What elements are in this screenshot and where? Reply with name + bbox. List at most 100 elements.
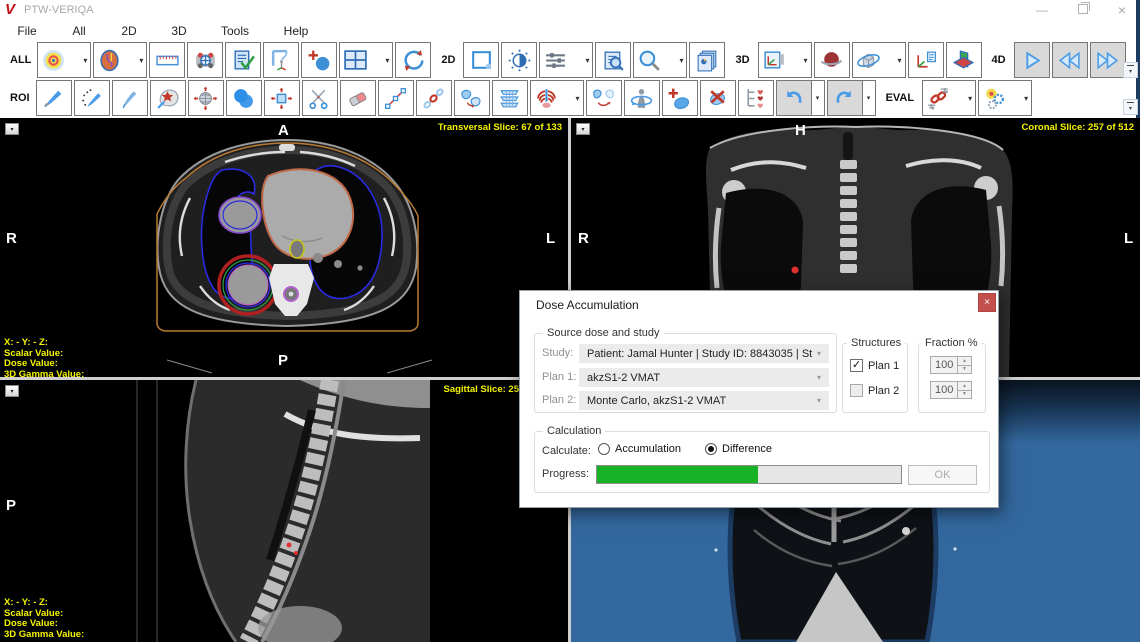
plan2-select[interactable]: Monte Carlo, akzS1-2 VMAT ▾ <box>579 391 829 410</box>
viewport-menu-button[interactable]: ▾ <box>5 385 19 397</box>
viewport-sagittal[interactable]: ▾ Sagittal Slice: 25 P X: - Y: - Z: Scal… <box>0 380 568 642</box>
zoom-button[interactable]: ▾ <box>633 42 687 78</box>
undo-dropdown-button[interactable]: ▾ <box>812 80 825 116</box>
toolbar-overflow-button-2[interactable]: ▾ <box>1123 99 1138 115</box>
chain-button[interactable] <box>416 80 452 116</box>
menu-tools[interactable]: Tools <box>204 24 266 38</box>
menu-help[interactable]: Help <box>266 24 326 38</box>
add-poi-button[interactable] <box>301 42 337 78</box>
add-contour-button[interactable] <box>662 80 698 116</box>
mirror-contour-button[interactable] <box>586 80 622 116</box>
pose-3d-button[interactable] <box>908 42 944 78</box>
reset-view-button[interactable] <box>395 42 431 78</box>
plan2-checkbox[interactable] <box>850 384 863 397</box>
app-title: PTW-VERIQA <box>24 4 93 16</box>
toolbar-overflow-button-1[interactable]: ▾ <box>1123 62 1138 78</box>
accumulation-radio[interactable] <box>598 443 610 455</box>
auto-segment-icon <box>534 86 559 111</box>
crop-button[interactable] <box>463 42 499 78</box>
structure-list-button[interactable] <box>738 80 774 116</box>
interpolate-slices-button[interactable] <box>492 80 528 116</box>
prev-phase-button[interactable] <box>1052 42 1088 78</box>
brush-button[interactable] <box>36 80 72 116</box>
report-button[interactable] <box>689 42 725 78</box>
eval-settings-button[interactable]: ▾ <box>978 80 1032 116</box>
surface-3d-button[interactable] <box>814 42 850 78</box>
window-level-button[interactable] <box>501 42 537 78</box>
ok-button[interactable]: OK <box>908 465 977 485</box>
gantry-setup-button[interactable] <box>263 42 299 78</box>
fraction2-spinner[interactable]: 100 ▲▼ <box>930 381 972 399</box>
ruler-button[interactable] <box>149 42 185 78</box>
study-select[interactable]: Patient: Jamal Hunter | Study ID: 884303… <box>579 344 829 363</box>
search-study-button[interactable] <box>595 42 631 78</box>
propagate-patient-button[interactable] <box>624 80 660 116</box>
delete-contour-button[interactable] <box>700 80 736 116</box>
spinner-arrows[interactable]: ▲▼ <box>957 382 971 398</box>
structures-group: Structures <box>842 343 908 413</box>
smart-brush-button[interactable] <box>74 80 110 116</box>
scissors-button[interactable] <box>302 80 338 116</box>
play-button[interactable] <box>1014 42 1050 78</box>
rotate-3d-button[interactable]: ▾ <box>852 42 906 78</box>
next-phase-icon <box>1095 48 1120 73</box>
toolbar-group-2d-label: 2D <box>441 54 455 66</box>
viewport-menu-button[interactable]: ▾ <box>5 123 19 135</box>
pen-button[interactable] <box>112 80 148 116</box>
machine-qa-button[interactable] <box>187 42 223 78</box>
dose-link-button[interactable]: ▾ <box>922 80 976 116</box>
fraction1-spinner[interactable]: 100 ▲▼ <box>930 356 972 374</box>
menu-2d[interactable]: 2D <box>104 24 154 38</box>
plan1-select[interactable]: akzS1-2 VMAT ▾ <box>579 368 829 387</box>
margin-2d-button[interactable] <box>264 80 300 116</box>
dropdown-arrow-icon: ▾ <box>385 56 389 65</box>
spin-down-icon[interactable]: ▼ <box>958 391 971 399</box>
spin-up-icon[interactable]: ▲ <box>958 382 971 391</box>
menu-file[interactable]: File <box>0 24 54 38</box>
orientation-left-label: L <box>546 230 555 247</box>
redo-button[interactable] <box>827 80 863 116</box>
layout-grid-icon <box>343 48 368 73</box>
add-contour-icon <box>667 86 692 111</box>
mpr-planes-button[interactable] <box>946 42 982 78</box>
image-fusion-button[interactable]: ▾ <box>93 42 147 78</box>
seed-region-button[interactable] <box>150 80 186 116</box>
boolean-button[interactable] <box>226 80 262 116</box>
accumulation-option[interactable]: Accumulation <box>598 443 681 455</box>
close-button[interactable]: × <box>1118 4 1126 16</box>
orientation-posterior-label: P <box>6 497 16 514</box>
expand-3d-button[interactable] <box>188 80 224 116</box>
pose-3d-icon <box>913 48 938 73</box>
level-presets-button[interactable]: ▾ <box>539 42 593 78</box>
auto-segment-button[interactable]: ▾ <box>530 80 584 116</box>
spin-down-icon[interactable]: ▼ <box>958 366 971 374</box>
minimize-button[interactable]: — <box>1036 4 1048 16</box>
difference-option[interactable]: Difference <box>705 443 772 455</box>
plan1-checkbox[interactable]: ✓ <box>850 359 863 372</box>
viewport-transversal[interactable]: ▾ Transversal Slice: 67 of 133 A R L P X… <box>0 118 568 377</box>
difference-radio[interactable] <box>705 443 717 455</box>
redo-dropdown-button[interactable]: ▾ <box>863 80 876 116</box>
restore-button[interactable] <box>1078 4 1088 16</box>
interpolate-points-button[interactable] <box>378 80 414 116</box>
layout-grid-button[interactable]: ▾ <box>339 42 393 78</box>
plan-check-button[interactable] <box>225 42 261 78</box>
copy-contour-button[interactable] <box>454 80 490 116</box>
next-phase-button[interactable] <box>1090 42 1126 78</box>
viewport-menu-button[interactable]: ▾ <box>576 123 590 135</box>
spin-up-icon[interactable]: ▲ <box>958 357 971 366</box>
smart-brush-icon <box>79 86 104 111</box>
structures-plan2-row[interactable]: Plan 2 <box>850 384 899 397</box>
dose-display-button[interactable]: ▾ <box>37 42 91 78</box>
eraser-button[interactable] <box>340 80 376 116</box>
crop-icon <box>469 48 494 73</box>
dialog-close-button[interactable]: × <box>978 293 996 312</box>
structures-plan1-row[interactable]: ✓ Plan 1 <box>850 359 899 372</box>
view-3d-button[interactable]: ▾ <box>758 42 812 78</box>
spinner-arrows[interactable]: ▲▼ <box>957 357 971 373</box>
menu-all[interactable]: All <box>54 24 104 38</box>
undo-button[interactable] <box>776 80 812 116</box>
sagittal-slice-label: Sagittal Slice: 25 <box>443 384 519 395</box>
menu-3d[interactable]: 3D <box>154 24 204 38</box>
delete-contour-icon <box>705 86 730 111</box>
